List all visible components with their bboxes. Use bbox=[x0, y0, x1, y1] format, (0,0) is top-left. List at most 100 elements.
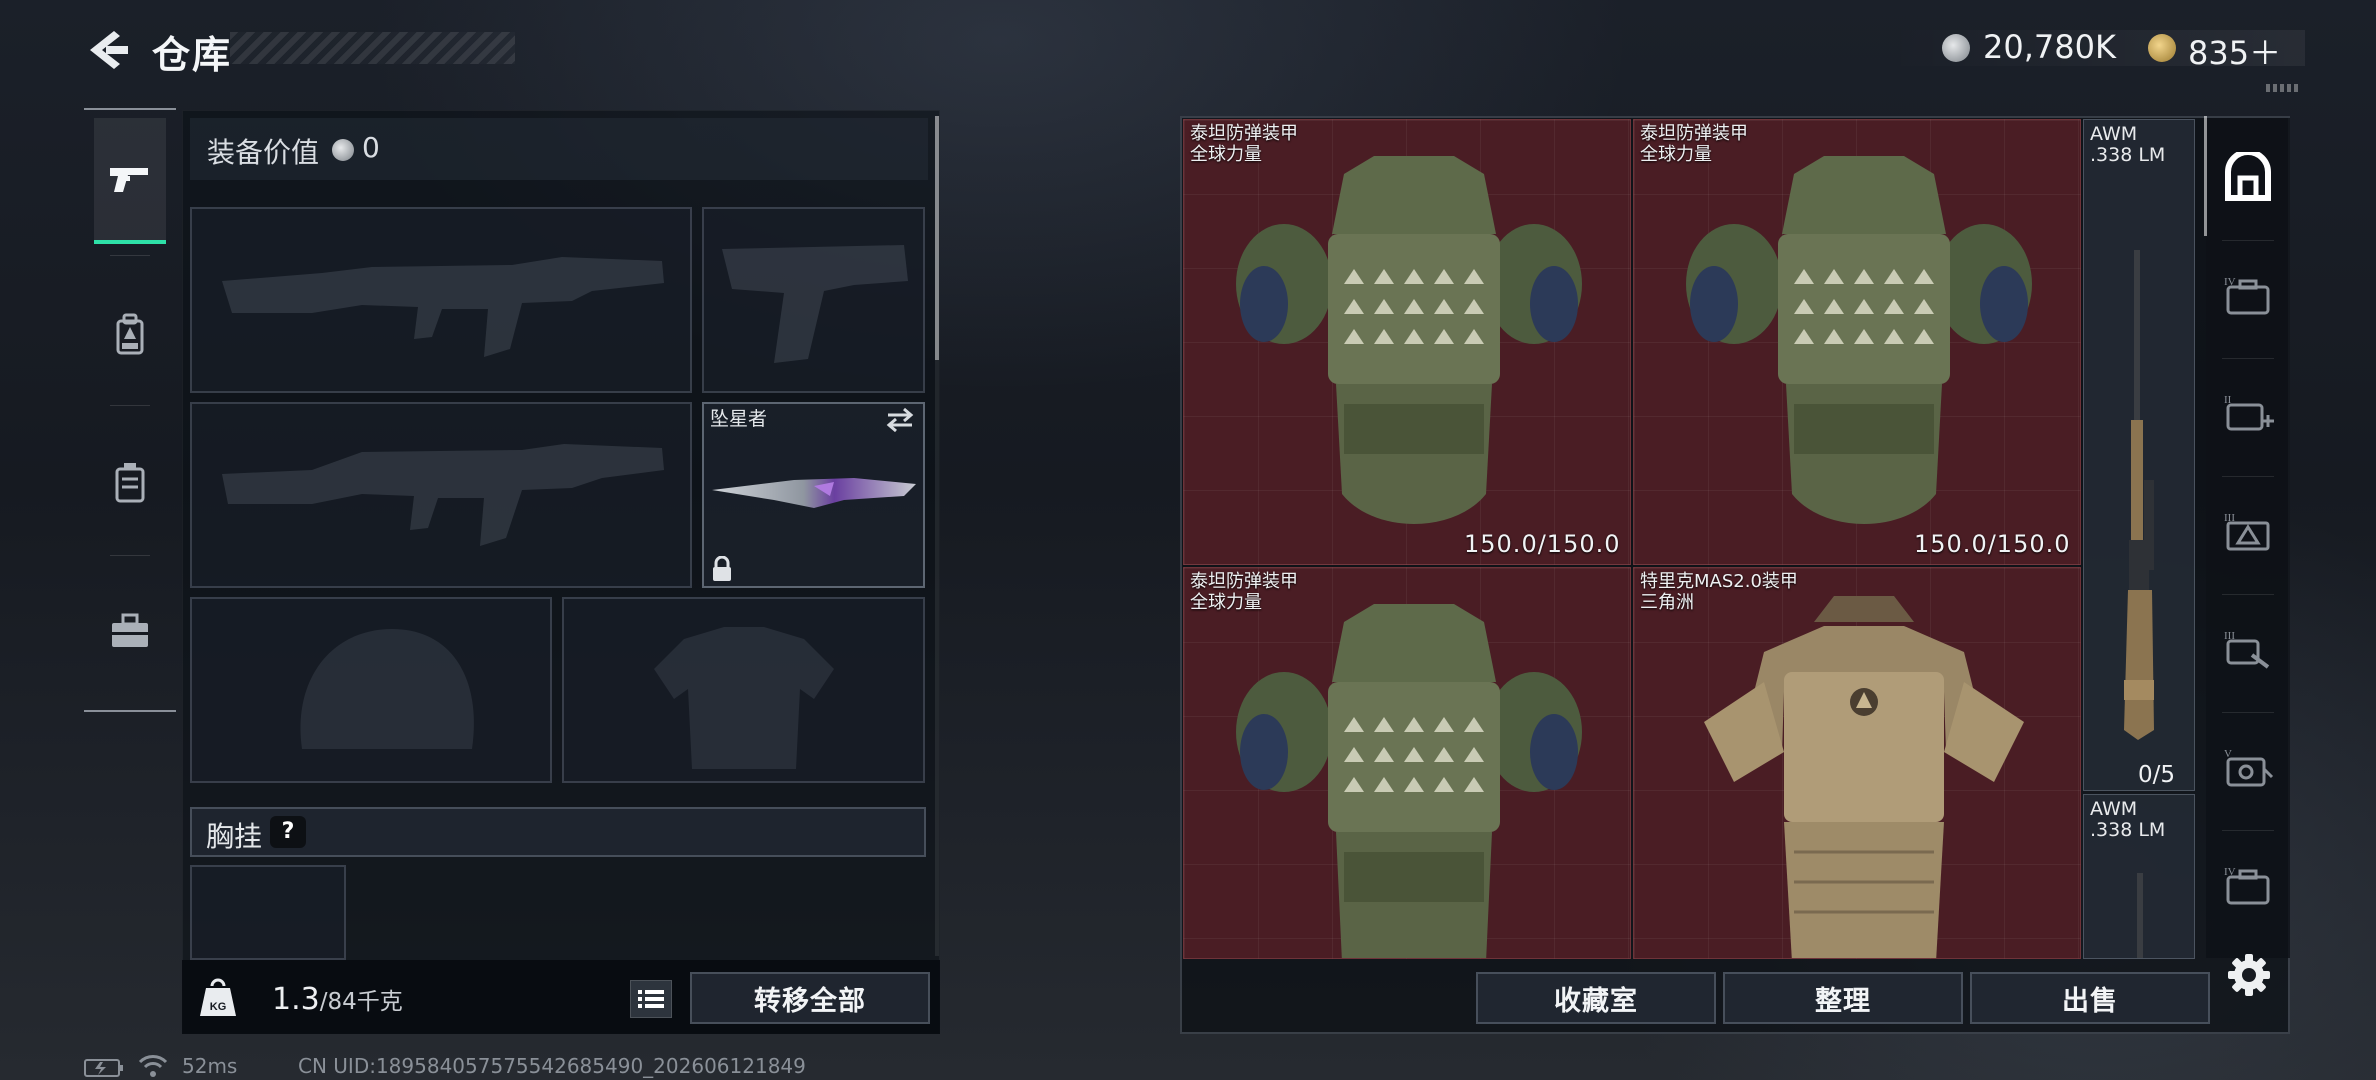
back-arrow-icon[interactable] bbox=[82, 25, 132, 75]
category-all[interactable] bbox=[2214, 128, 2282, 228]
awm-rifle-image bbox=[2124, 250, 2154, 740]
category-case-iv-2[interactable]: IV bbox=[2214, 835, 2282, 935]
backpack-capacity-icon bbox=[2225, 152, 2271, 201]
storage-item[interactable]: AWM .338 LM bbox=[2083, 119, 2195, 791]
category-divider bbox=[2222, 358, 2274, 359]
wifi-icon bbox=[138, 1055, 168, 1077]
category-divider bbox=[2222, 712, 2274, 713]
category-divider bbox=[2222, 476, 2274, 477]
silver-coin-icon bbox=[1942, 34, 1970, 62]
equipment-scroll-thumb[interactable] bbox=[935, 116, 939, 360]
nav-divider bbox=[110, 405, 150, 406]
category-divider bbox=[2222, 830, 2274, 831]
storage-page-indicator bbox=[2266, 84, 2298, 92]
item-ammo: .338 LM bbox=[2090, 144, 2166, 166]
item-faction: 全球力量 bbox=[1640, 144, 1712, 165]
weight-current: 1.3 bbox=[272, 982, 320, 1017]
list-icon bbox=[638, 990, 664, 1008]
organize-button[interactable]: 整理 bbox=[1723, 972, 1963, 1024]
item-ammo: .338 LM bbox=[2090, 819, 2166, 841]
ping-readout: 52ms bbox=[182, 1054, 238, 1078]
primary-weapon-slot-1[interactable] bbox=[190, 207, 692, 393]
nav-bottom-divider bbox=[84, 710, 176, 712]
item-faction: 全球力量 bbox=[1190, 144, 1262, 165]
item-durability: 150.0/150.0 bbox=[1464, 530, 1621, 558]
rifle-silhouette-icon bbox=[222, 444, 664, 546]
titan-armor-image bbox=[1686, 156, 2032, 524]
armor-iii-icon: III bbox=[2224, 512, 2270, 551]
titan-armor-image bbox=[1236, 156, 1582, 524]
gold-coin-icon bbox=[2148, 34, 2176, 62]
swap-icon[interactable] bbox=[884, 406, 916, 434]
tool-iii-icon: III bbox=[2224, 630, 2270, 669]
armor-slot[interactable] bbox=[562, 597, 925, 783]
transfer-all-button[interactable]: 转移全部 bbox=[690, 972, 930, 1024]
nav-equipment[interactable] bbox=[94, 272, 166, 398]
pistol-slot[interactable] bbox=[702, 207, 925, 393]
melee-item-name: 坠星者 bbox=[710, 408, 768, 430]
page-title: 仓库 bbox=[152, 33, 233, 77]
storage-scroll-indicator bbox=[2204, 116, 2207, 236]
pistol-silhouette-icon bbox=[722, 245, 908, 363]
collection-room-button[interactable]: 收藏室 bbox=[1476, 972, 1716, 1024]
helmet-slot[interactable] bbox=[190, 597, 552, 783]
storage-item[interactable]: 特里克MAS2.0装甲 三角洲 bbox=[1633, 567, 2081, 959]
category-divider bbox=[2222, 594, 2274, 595]
magazine-count: 0/5 bbox=[2138, 762, 2176, 788]
item-faction: 三角洲 bbox=[1640, 592, 1694, 613]
category-medkit-ii[interactable]: II bbox=[2214, 363, 2282, 463]
safe-v-icon: V bbox=[2224, 748, 2274, 787]
weight-icon: KG bbox=[200, 978, 236, 1016]
svg-text:KG: KG bbox=[210, 1001, 227, 1013]
storage-item[interactable]: 泰坦防弹装甲 全球力量 150.0/150.0 bbox=[1633, 119, 2081, 565]
item-name: AWM bbox=[2090, 123, 2138, 145]
storage-item[interactable]: AWM .338 LM bbox=[2083, 794, 2195, 959]
battery-icon bbox=[84, 1059, 123, 1077]
armor-silhouette-icon bbox=[654, 627, 834, 769]
sell-button[interactable]: 出售 bbox=[1970, 972, 2210, 1024]
nav-divider bbox=[110, 555, 150, 556]
helmet-silhouette-icon bbox=[300, 629, 474, 749]
item-name: 泰坦防弹装甲 bbox=[1190, 571, 1298, 592]
rifle-silhouette-icon bbox=[222, 257, 664, 357]
case-iv-icon: IV bbox=[2224, 866, 2270, 905]
awm-rifle-image bbox=[2137, 873, 2143, 958]
silver-coin-icon bbox=[332, 139, 354, 161]
storage-item[interactable]: 泰坦防弹装甲 全球力量 bbox=[1183, 567, 1631, 959]
weight-readout: 1.3/84千克 bbox=[272, 982, 403, 1017]
user-uid: CN UID:18958405757554268549​0_2026061218… bbox=[298, 1054, 806, 1078]
gold-balance[interactable]: 835＋ bbox=[2188, 28, 2281, 74]
silver-balance: 20,780K bbox=[1983, 28, 2116, 66]
category-case-iv[interactable]: IV bbox=[2214, 245, 2282, 345]
nav-weapons[interactable] bbox=[94, 118, 166, 244]
chest-rig-slot[interactable] bbox=[190, 865, 346, 960]
case-icon bbox=[115, 463, 145, 503]
primary-weapon-slot-2[interactable] bbox=[190, 402, 692, 588]
case-iv-icon: IV bbox=[2224, 276, 2270, 315]
category-tool-iii[interactable]: III bbox=[2214, 599, 2282, 699]
help-icon[interactable]: ? bbox=[270, 816, 306, 848]
weight-max: /84千克 bbox=[319, 989, 403, 1015]
chest-rig-label: 胸挂 bbox=[206, 820, 263, 853]
item-durability: 150.0/150.0 bbox=[1914, 530, 2071, 558]
mas-armor-image bbox=[1704, 596, 2024, 958]
pistol-icon bbox=[110, 168, 148, 192]
nav-toolbox[interactable] bbox=[94, 568, 166, 694]
equipment-value-label: 装备价值 bbox=[207, 136, 320, 169]
toolbox-icon bbox=[112, 613, 148, 647]
storage-item[interactable]: 泰坦防弹装甲 全球力量 150.0/150.0 bbox=[1183, 119, 1631, 565]
medkit-ii-icon: II bbox=[2224, 394, 2274, 431]
lock-icon bbox=[713, 556, 731, 581]
category-armor-iii[interactable]: III bbox=[2214, 481, 2282, 581]
nav-containers[interactable] bbox=[94, 420, 166, 546]
titan-armor-image bbox=[1236, 604, 1582, 958]
item-name: 泰坦防弹装甲 bbox=[1190, 123, 1298, 144]
item-name: 泰坦防弹装甲 bbox=[1640, 123, 1748, 144]
category-divider bbox=[2222, 240, 2274, 241]
item-faction: 全球力量 bbox=[1190, 592, 1262, 613]
gear-icon[interactable] bbox=[2226, 952, 2272, 998]
category-safe-v[interactable]: V bbox=[2214, 717, 2282, 817]
list-view-button[interactable] bbox=[630, 980, 672, 1018]
equipment-value: 0 bbox=[362, 131, 380, 164]
nav-top-divider bbox=[84, 108, 176, 110]
